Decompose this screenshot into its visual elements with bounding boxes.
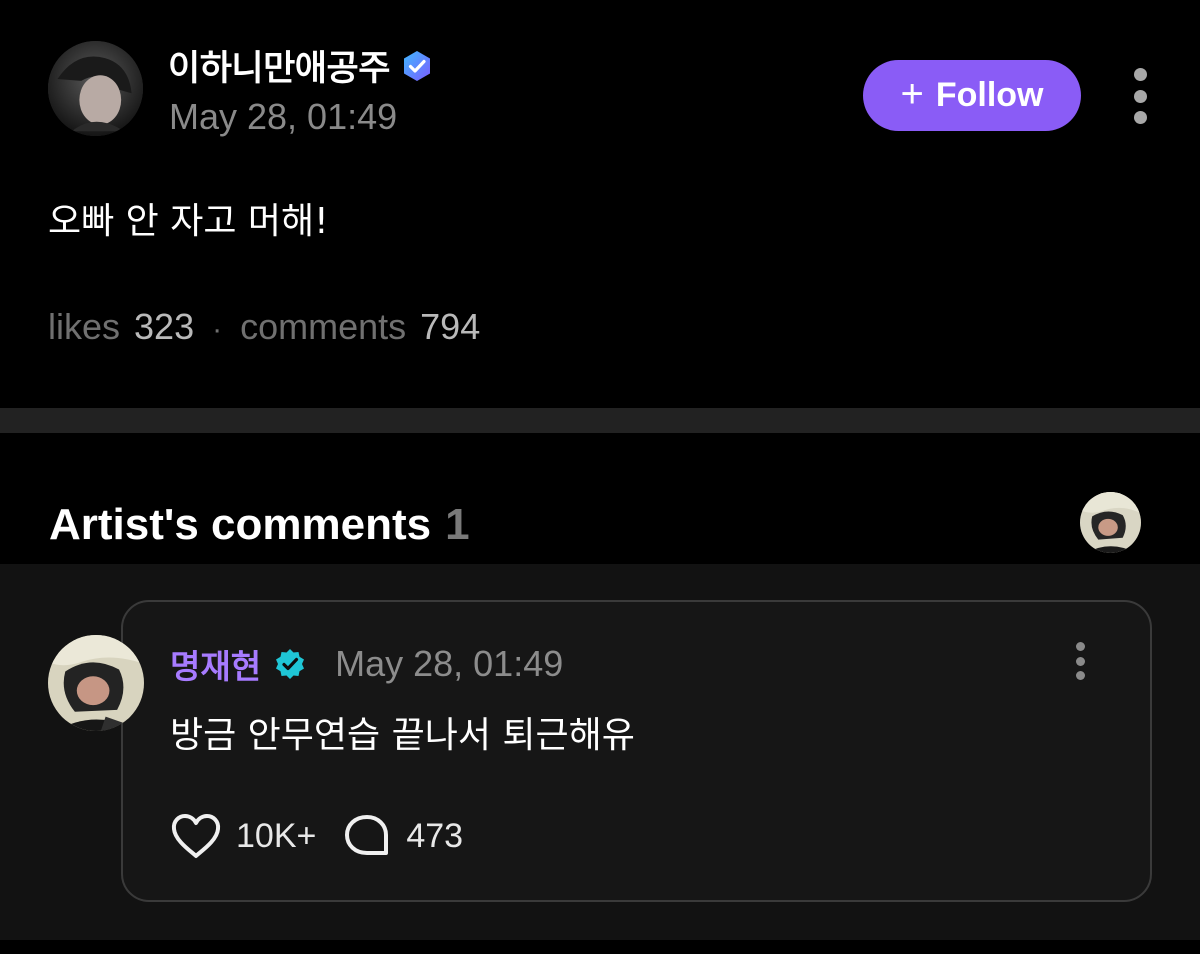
verified-hexagon-icon <box>403 50 430 81</box>
bottom-strip <box>0 940 1200 954</box>
comment-actions: 10K+ 473 <box>170 812 463 860</box>
post-timestamp: May 28, 01:49 <box>169 96 398 137</box>
post-author-name[interactable]: 이하니만애공주 <box>168 40 390 91</box>
comments-label: comments <box>240 306 407 347</box>
artist-comments-count: 1 <box>445 500 470 549</box>
post-detail-page: 이하니만애공주 May 28, 01:49 + Follow 오빠 안 자고 머… <box>0 0 1200 954</box>
likes-count: 323 <box>134 306 195 347</box>
artist-comments-title: Artist's comments 1 <box>49 500 470 550</box>
post-author: 이하니만애공주 <box>168 40 434 91</box>
comment-like-button[interactable]: 10K+ <box>170 812 316 860</box>
plus-icon: + <box>900 71 924 116</box>
post-more-options-icon[interactable] <box>1130 68 1150 124</box>
comments-count: 794 <box>420 306 481 347</box>
post-stats: likes 323 · comments 794 <box>48 306 480 348</box>
follow-button[interactable]: + Follow <box>863 60 1081 131</box>
post-author-avatar[interactable] <box>48 41 143 136</box>
comment-more-options-icon[interactable] <box>1071 642 1089 680</box>
likes-label: likes <box>48 306 121 347</box>
follow-button-label: Follow <box>935 76 1044 114</box>
comment-timestamp: May 28, 01:49 <box>335 643 564 684</box>
comment-author-avatar[interactable] <box>48 635 144 731</box>
comment-author-name[interactable]: 명재현 <box>170 640 261 688</box>
stats-separator: · <box>212 313 223 346</box>
verified-check-icon <box>276 649 305 679</box>
comment-reply-button[interactable]: 473 <box>342 812 463 860</box>
comment-reply-count: 473 <box>406 816 464 855</box>
artist-comments-heading: Artist's comments <box>49 500 432 549</box>
comment-text: 방금 안무연습 끝나서 퇴근해유 <box>170 715 635 756</box>
heart-icon <box>171 814 221 858</box>
section-divider <box>0 408 1200 433</box>
comment-like-count: 10K+ <box>236 816 317 855</box>
comment-header: 명재현 May 28, 01:49 <box>170 640 563 688</box>
chat-bubble-icon <box>345 815 389 855</box>
artist-avatar-small[interactable] <box>1080 492 1141 553</box>
post-body-text: 오빠 안 자고 머해! <box>48 201 329 242</box>
